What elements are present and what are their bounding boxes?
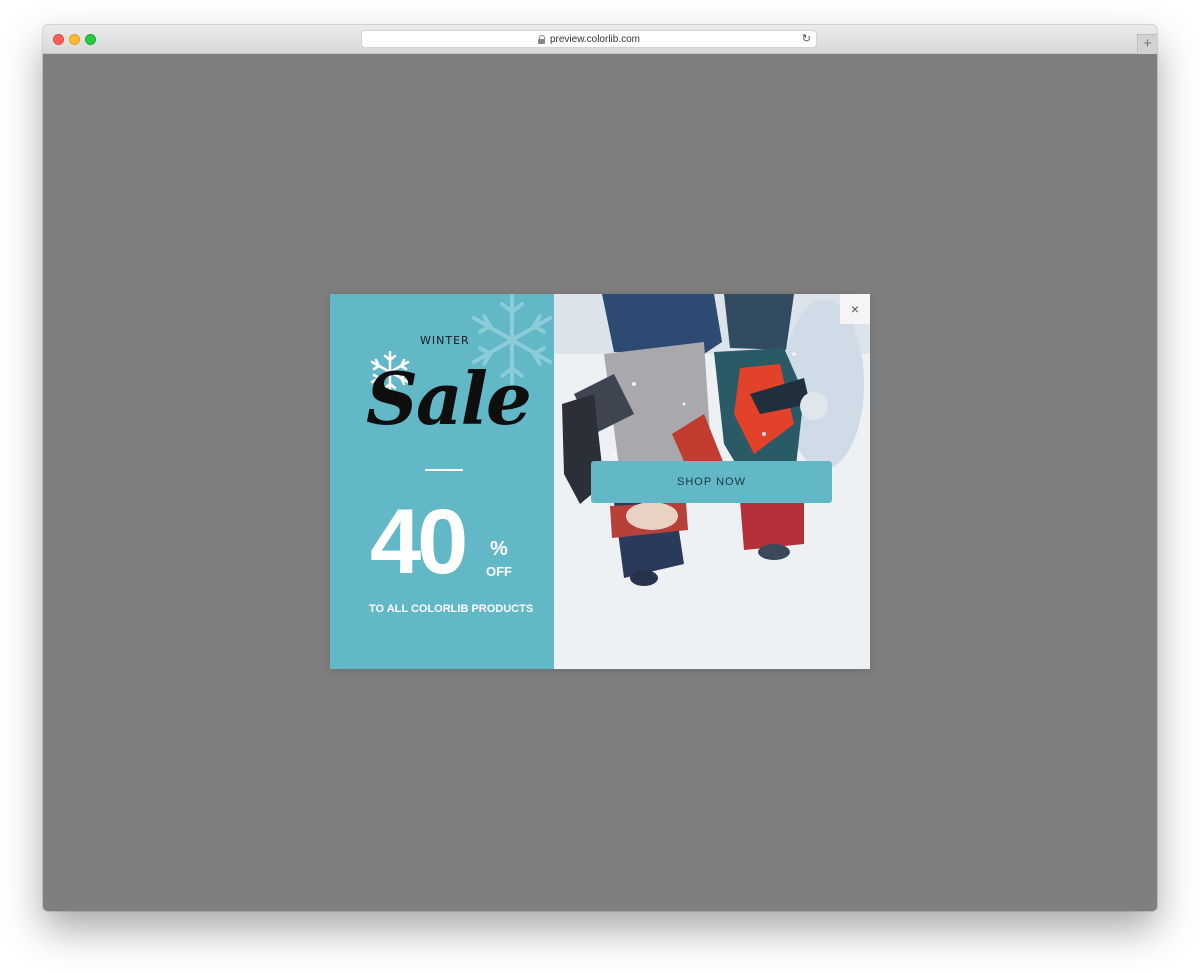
url-text: preview.colorlib.com: [549, 33, 641, 45]
divider: [425, 469, 463, 471]
discount-value: 40: [370, 491, 468, 593]
browser-window: preview.colorlib.com ↻ + WINTER Sale 40 …: [43, 25, 1157, 911]
close-popup-button[interactable]: ×: [840, 294, 870, 324]
eyebrow-label: WINTER: [420, 334, 470, 347]
reload-icon[interactable]: ↻: [802, 32, 811, 45]
address-bar[interactable]: preview.colorlib.com ↻: [361, 30, 817, 48]
maximize-window-button[interactable]: [85, 34, 96, 45]
popup-title: Sale: [366, 356, 532, 441]
lock-icon: [537, 34, 546, 44]
new-tab-button[interactable]: +: [1137, 34, 1157, 54]
promo-subtitle: TO ALL COLORLIB PRODUCTS: [369, 603, 534, 615]
discount-suffix: OFF: [486, 564, 512, 579]
sale-panel: WINTER Sale 40 % OFF TO ALL COLORLIB PRO…: [330, 294, 554, 669]
minimize-window-button[interactable]: [69, 34, 80, 45]
page-overlay[interactable]: WINTER Sale 40 % OFF TO ALL COLORLIB PRO…: [43, 54, 1157, 911]
close-window-button[interactable]: [53, 34, 64, 45]
shop-now-button[interactable]: SHOP NOW: [591, 461, 832, 503]
promo-image-panel: × SHOP NOW: [554, 294, 870, 669]
discount-unit: %: [490, 538, 508, 560]
title-bar: preview.colorlib.com ↻ +: [43, 25, 1157, 54]
sale-popup: WINTER Sale 40 % OFF TO ALL COLORLIB PRO…: [330, 294, 870, 669]
